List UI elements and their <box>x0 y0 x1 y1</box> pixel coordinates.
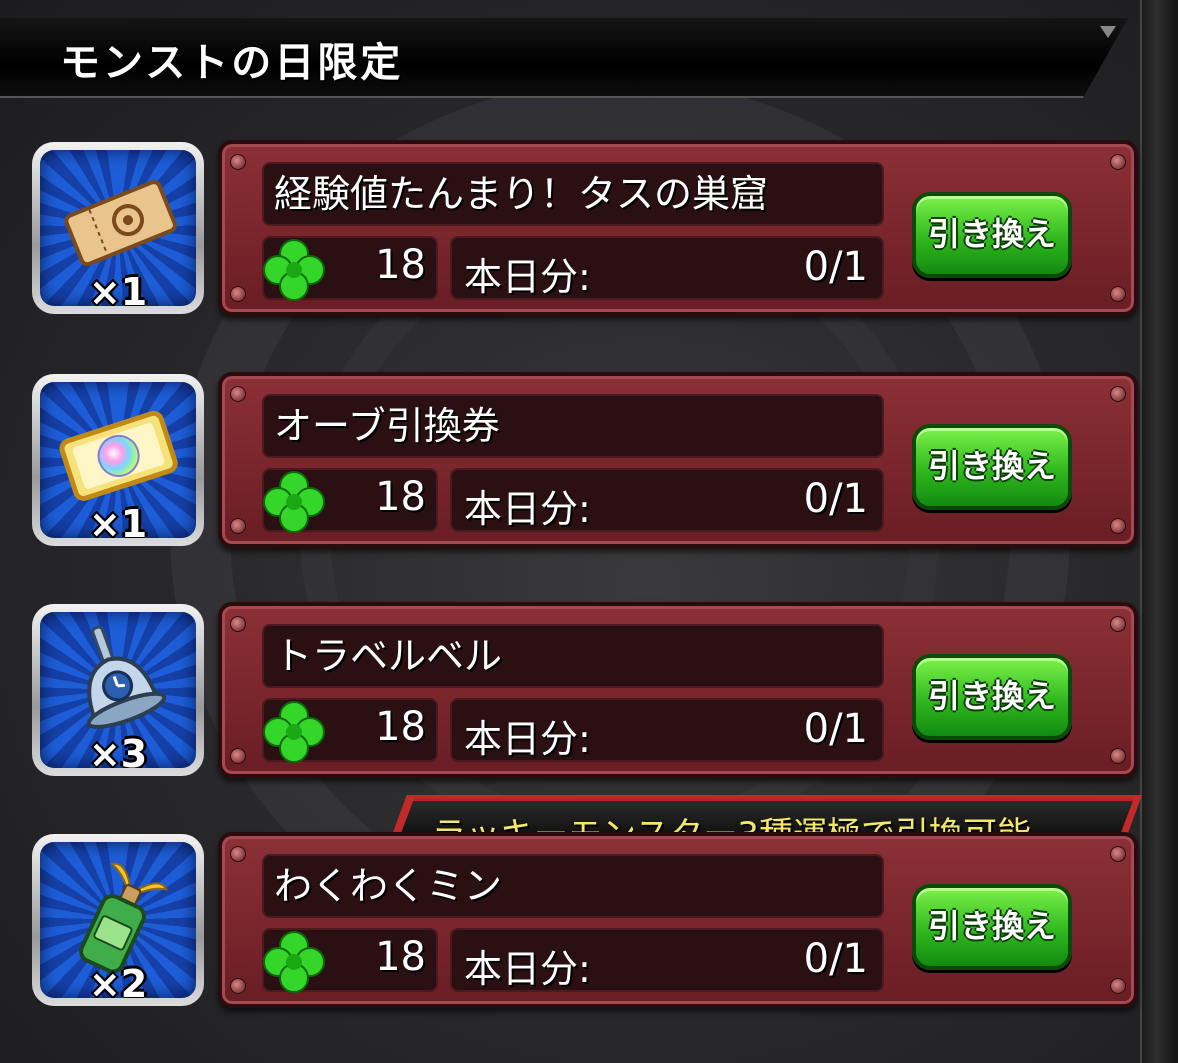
cost-value: 18 <box>375 242 426 288</box>
cost-box: 18 <box>262 236 438 301</box>
clover-icon <box>263 701 325 763</box>
cost-box: 18 <box>262 928 438 993</box>
bolt-icon <box>1110 846 1126 862</box>
bolt-icon <box>230 846 246 862</box>
daily-count-box: 本日分: 0/1 <box>450 468 884 532</box>
bolt-icon <box>230 616 246 632</box>
daily-count-value: 0/1 <box>803 936 868 982</box>
header-title: モンストの日限定 <box>60 40 404 86</box>
bolt-icon <box>230 154 246 170</box>
cost-value: 18 <box>375 474 426 520</box>
cost-value: 18 <box>375 704 426 750</box>
daily-count-label: 本日分: <box>464 717 591 761</box>
item-icon-frame: ×2 <box>40 842 196 998</box>
cost-box: 18 <box>262 698 438 763</box>
item-tile[interactable]: ×1 <box>32 374 204 546</box>
item-name: 経験値たんまり！タスの巣窟 <box>262 162 884 226</box>
item-tile[interactable]: ×1 <box>32 142 204 314</box>
item-quantity: ×1 <box>88 270 148 306</box>
bolt-icon <box>230 386 246 402</box>
exchange-panel: 経験値たんまり！タスの巣窟 18 本日分: 0/1 引き換え <box>218 140 1138 316</box>
exchange-row: ×1 オーブ引換券 18 本日分: 0/1 引き換え <box>0 372 1140 552</box>
daily-count-value: 0/1 <box>803 706 868 752</box>
item-quantity: ×3 <box>88 732 148 768</box>
cost-box: 18 <box>262 468 438 533</box>
daily-count-value: 0/1 <box>803 476 868 522</box>
item-name: わくわくミン <box>262 854 884 918</box>
exchange-button[interactable]: 引き換え <box>912 884 1072 970</box>
item-tile[interactable]: ×3 <box>32 604 204 776</box>
daily-count-value: 0/1 <box>803 244 868 290</box>
daily-count-box: 本日分: 0/1 <box>450 698 884 762</box>
exchange-button[interactable]: 引き換え <box>912 192 1072 278</box>
exchange-panel: トラベルベル 18 本日分: 0/1 引き換え <box>218 602 1138 778</box>
exchange-panel: オーブ引換券 18 本日分: 0/1 引き換え <box>218 372 1138 548</box>
clover-icon <box>263 931 325 993</box>
bolt-icon <box>230 748 246 764</box>
daily-count-box: 本日分: 0/1 <box>450 928 884 992</box>
item-quantity: ×1 <box>88 502 148 538</box>
daily-count-label: 本日分: <box>464 947 591 991</box>
collapse-triangle-icon[interactable] <box>1100 26 1116 38</box>
bolt-icon <box>1110 154 1126 170</box>
item-icon-frame: ×1 <box>40 382 196 538</box>
daily-count-box: 本日分: 0/1 <box>450 236 884 300</box>
item-name: オーブ引換券 <box>262 394 884 458</box>
exchange-row: ×3 トラベルベル 18 本日分: 0/1 引き換え <box>0 602 1140 782</box>
bolt-icon <box>1110 518 1126 534</box>
bolt-icon <box>1110 748 1126 764</box>
bolt-icon <box>1110 386 1126 402</box>
bolt-icon <box>1110 616 1126 632</box>
bolt-icon <box>230 518 246 534</box>
bolt-icon <box>230 978 246 994</box>
daily-count-label: 本日分: <box>464 255 591 299</box>
cost-value: 18 <box>375 934 426 980</box>
exchange-button[interactable]: 引き換え <box>912 654 1072 740</box>
item-icon-frame: ×3 <box>40 612 196 768</box>
daily-count-label: 本日分: <box>464 487 591 531</box>
bolt-icon <box>1110 286 1126 302</box>
header-bar: モンストの日限定 <box>0 18 1128 98</box>
item-icon-frame: ×1 <box>40 150 196 306</box>
clover-icon <box>263 239 325 301</box>
bolt-icon <box>230 286 246 302</box>
bolt-icon <box>1110 978 1126 994</box>
exchange-row: ×2 わくわくミン 18 本日分: 0/1 引き換え <box>0 832 1140 1012</box>
item-name: トラベルベル <box>262 624 884 688</box>
item-quantity: ×2 <box>88 962 148 998</box>
clover-icon <box>263 471 325 533</box>
exchange-panel: わくわくミン 18 本日分: 0/1 引き換え <box>218 832 1138 1008</box>
exchange-row: ×1 経験値たんまり！タスの巣窟 18 本日分: 0/1 引き換え <box>0 140 1140 320</box>
exchange-button[interactable]: 引き換え <box>912 424 1072 510</box>
item-tile[interactable]: ×2 <box>32 834 204 1006</box>
right-frame <box>1140 0 1178 1063</box>
